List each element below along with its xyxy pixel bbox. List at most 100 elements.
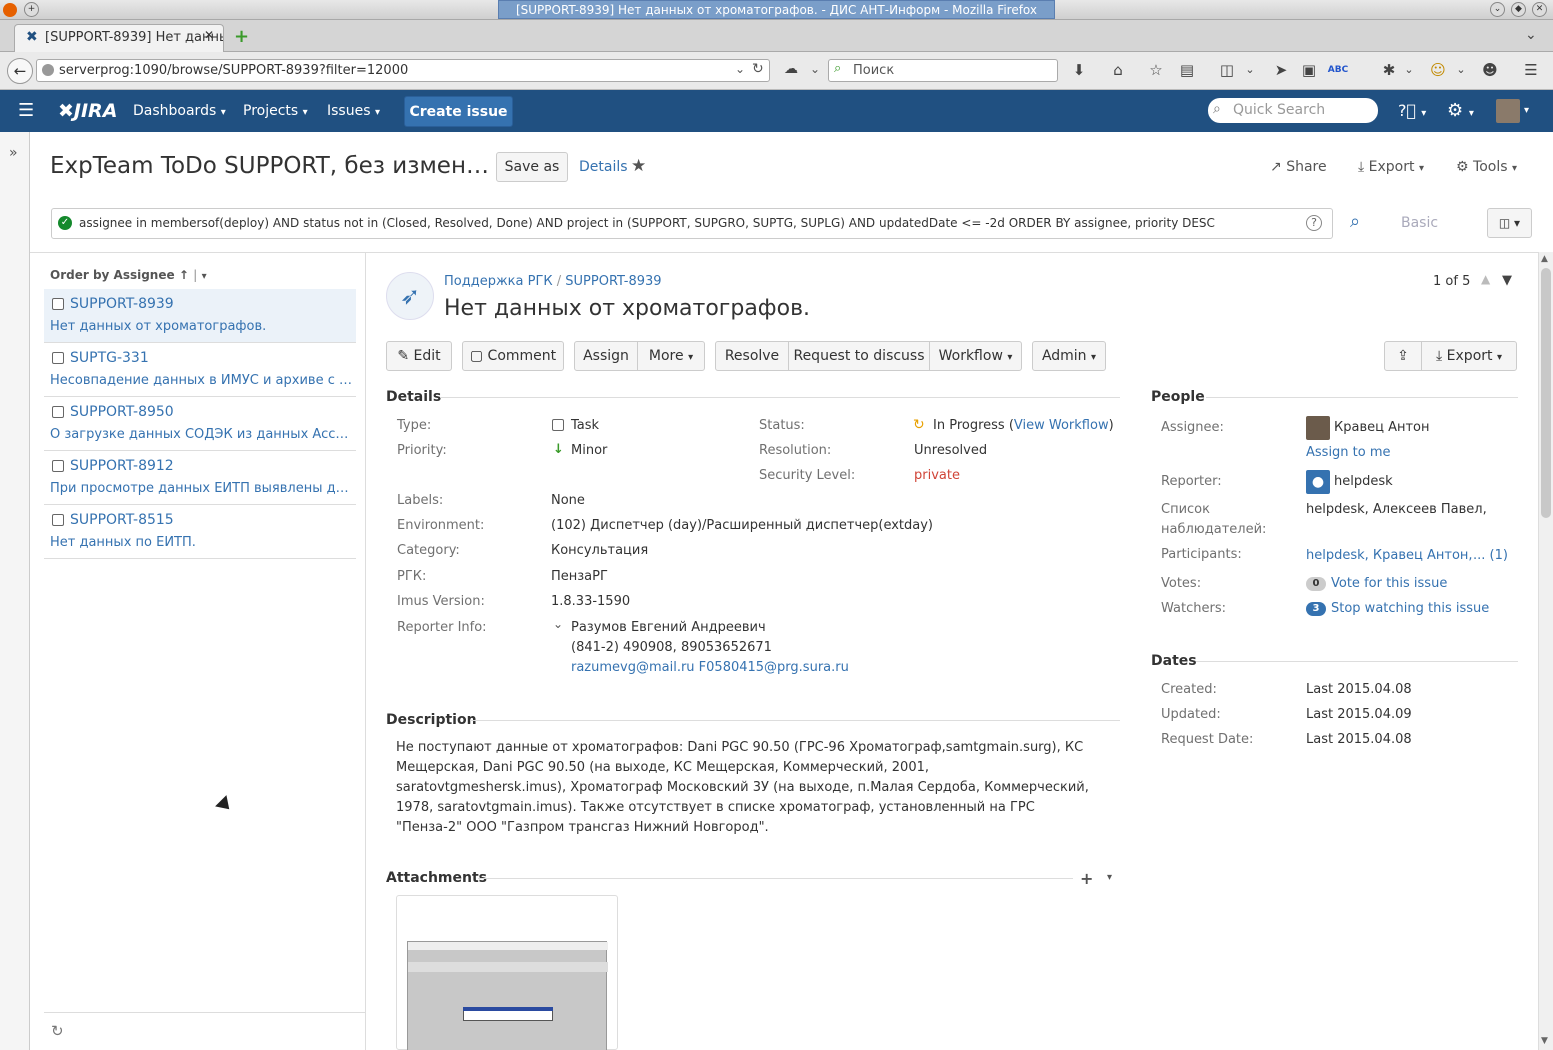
nav-projects[interactable]: Projects ▾	[243, 90, 308, 132]
stop-watching-link[interactable]: Stop watching this issue	[1331, 601, 1489, 616]
view-workflow-link[interactable]: View Workflow	[1014, 418, 1109, 433]
share-button[interactable]: ↗ Share	[1270, 159, 1327, 175]
reload-icon[interactable]: ↻	[752, 61, 764, 77]
window-menu-icon[interactable]: +	[24, 2, 39, 17]
next-issue-icon[interactable]: ▼	[1502, 273, 1512, 288]
export-icon: ⤓	[1358, 159, 1365, 175]
participants-more-link[interactable]: ... (1)	[1473, 548, 1508, 563]
tab-list-icon[interactable]: ⌄	[1525, 27, 1537, 43]
resolve-button[interactable]: Resolve	[715, 341, 789, 371]
collapse-chevron-icon[interactable]: ⌄	[553, 617, 563, 631]
admin-gear-icon[interactable]: ⚙ ▾	[1447, 90, 1474, 132]
jira-logo[interactable]: ✖JIRA	[58, 90, 117, 132]
close-tab-icon[interactable]: ✕	[204, 28, 214, 42]
greasemonkey-dropdown-icon[interactable]: ⌄	[1450, 60, 1472, 80]
more-button[interactable]: More ▾	[637, 341, 705, 371]
home-icon[interactable]: ⌂	[1107, 60, 1129, 80]
scrollbar-thumb[interactable]	[1541, 268, 1551, 518]
comment-button[interactable]: ▢ Comment	[462, 341, 564, 371]
search-submit-icon[interactable]: ⌕	[1350, 211, 1360, 232]
workflow-button[interactable]: Workflow ▾	[929, 341, 1022, 371]
share-issue-button[interactable]: ⇪	[1384, 341, 1422, 371]
refresh-icon[interactable]: ↻	[51, 1022, 64, 1040]
close-window-icon[interactable]: ✕	[1532, 2, 1547, 17]
attachment-options-icon[interactable]: ▾	[1107, 872, 1112, 883]
abp-icon[interactable]: ABC	[1327, 60, 1349, 80]
site-info-icon[interactable]	[42, 64, 54, 76]
issue-export-button[interactable]: ⤓ Export ▾	[1421, 341, 1517, 371]
request-to-discuss-button[interactable]: Request to discuss	[788, 341, 930, 371]
chat-icon[interactable]: ☻	[1479, 60, 1501, 80]
app-switcher-icon[interactable]: ☰	[18, 90, 34, 132]
nav-issues[interactable]: Issues ▾	[327, 90, 380, 132]
flash-dropdown-icon[interactable]: ⌄	[1398, 60, 1420, 80]
nav-dashboards[interactable]: Dashboards ▾	[133, 90, 226, 132]
favourite-star-icon[interactable]: ★	[631, 156, 646, 176]
maximize-icon[interactable]: ◆	[1511, 2, 1526, 17]
list-item[interactable]: SUPPORT-8950 О загрузке данных СОДЭК из …	[44, 397, 356, 451]
vote-for-issue-link[interactable]: Vote for this issue	[1331, 576, 1447, 591]
list-item[interactable]: SUPPORT-8515 Нет данных по ЕИТП.	[44, 505, 356, 559]
addon-icon[interactable]: ◫	[1216, 60, 1238, 80]
list-item[interactable]: SUPTG-331 Несовпадение данных в ИМУС и а…	[44, 343, 356, 397]
new-tab-icon[interactable]: +	[234, 26, 249, 47]
syntax-help-icon[interactable]: ?	[1306, 215, 1322, 231]
url-bar[interactable]: serverprog:1090/browse/SUPPORT-8939?filt…	[36, 59, 770, 82]
save-as-button[interactable]: Save as	[496, 152, 568, 182]
export-menu-button[interactable]: ⤓ Export ▾	[1358, 159, 1424, 175]
flash-addon-icon[interactable]: ✱	[1378, 60, 1400, 80]
scroll-up-icon[interactable]: ▲	[1541, 254, 1548, 264]
avatar-dropdown-icon[interactable]: ▾	[1524, 90, 1529, 132]
scroll-down-icon[interactable]: ▼	[1541, 1036, 1548, 1046]
user-avatar[interactable]	[1496, 99, 1520, 123]
details-link[interactable]: Details	[579, 159, 628, 175]
tools-menu-button[interactable]: ⚙ Tools ▾	[1456, 159, 1517, 175]
project-avatar-icon[interactable]: ➶	[386, 272, 434, 320]
help-icon[interactable]: ?⃝ ▾	[1398, 90, 1426, 132]
admin-button[interactable]: Admin ▾	[1032, 341, 1106, 371]
security-level-label: Security Level:	[759, 468, 856, 483]
type-value: Task	[571, 418, 600, 433]
minimize-icon[interactable]: ⌄	[1490, 2, 1505, 17]
layout-switcher-button[interactable]: ◫ ▾	[1487, 208, 1532, 238]
tools-label: Tools	[1473, 159, 1508, 175]
sync-icon[interactable]: ☁	[784, 61, 798, 77]
create-issue-button[interactable]: Create issue	[404, 96, 513, 127]
image-addon-icon[interactable]: ▣	[1298, 60, 1320, 80]
comment-label: Comment	[487, 348, 557, 364]
list-item[interactable]: SUPPORT-8939 Нет данных от хроматографов…	[44, 289, 356, 343]
download-icon[interactable]: ⬇	[1068, 60, 1090, 80]
bookmark-star-icon[interactable]: ☆	[1145, 60, 1167, 80]
addon-dropdown-icon[interactable]: ⌄	[1239, 60, 1261, 80]
url-dropdown-icon[interactable]: ⌄	[735, 62, 745, 76]
reading-list-icon[interactable]: ▤	[1176, 60, 1198, 80]
attachment-thumbnail[interactable]	[396, 895, 618, 1050]
assign-to-me-link[interactable]: Assign to me	[1306, 445, 1391, 460]
assignee-label: Assignee:	[1161, 420, 1224, 435]
expand-sidebar-icon[interactable]: »	[9, 145, 18, 161]
menu-icon[interactable]: ☰	[1520, 60, 1542, 80]
list-item[interactable]: SUPPORT-8912 При просмотре данных ЕИТП в…	[44, 451, 356, 505]
browser-tab[interactable]: [SUPPORT-8939] Нет данных от хроматограф…	[14, 24, 224, 52]
quick-search-input[interactable]: Quick Search	[1208, 98, 1378, 123]
participants-value[interactable]: helpdesk, Кравец Антон,	[1306, 548, 1473, 563]
reporter-info-email[interactable]: razumevg@mail.ru F0580415@prg.sura.ru	[571, 660, 849, 675]
logo-text: JIRA	[73, 100, 118, 122]
order-by-control[interactable]: Order by Assignee ↑ | ▾	[50, 268, 207, 282]
jql-query-input[interactable]: assignee in membersof(deploy) AND status…	[51, 208, 1333, 239]
add-attachment-icon[interactable]: +	[1080, 869, 1093, 888]
browser-search-input[interactable]: Поиск	[828, 59, 1058, 82]
list-divider[interactable]	[365, 252, 366, 1050]
edit-button[interactable]: ✎ Edit	[386, 341, 452, 371]
prev-issue-icon[interactable]: ▲	[1481, 272, 1490, 286]
breadcrumb-issue-key[interactable]: SUPPORT-8939	[565, 274, 661, 289]
send-icon[interactable]: ➤	[1270, 60, 1292, 80]
assign-button[interactable]: Assign	[574, 341, 638, 371]
back-icon[interactable]: ←	[7, 58, 33, 84]
list-item-key: SUPPORT-8515	[70, 512, 174, 528]
engine-dropdown-icon[interactable]: ⌄	[810, 62, 820, 76]
basic-mode-link[interactable]: Basic	[1401, 215, 1438, 231]
breadcrumb-project[interactable]: Поддержка РГК	[444, 274, 553, 289]
list-item-summary: Нет данных по ЕИТП.	[50, 535, 196, 550]
greasemonkey-icon[interactable]: ☺	[1427, 60, 1449, 80]
